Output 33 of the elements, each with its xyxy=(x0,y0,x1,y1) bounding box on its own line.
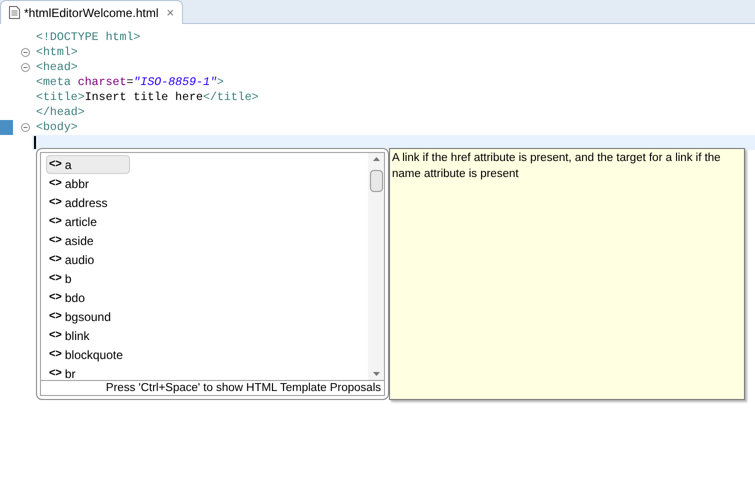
description-popup: A link if the href attribute is present, and the target for a link if the name attribute is present xyxy=(389,148,745,400)
text-cursor xyxy=(34,136,36,149)
proposal-item[interactable]: <> blink xyxy=(46,326,130,345)
status-text: Press 'Ctrl+Space' to show HTML Template Proposals xyxy=(40,380,385,396)
proposal-item[interactable]: <> audio xyxy=(46,250,130,269)
proposal-item[interactable]: <> br xyxy=(46,364,130,383)
code-line: <!DOCTYPE html> xyxy=(35,30,140,45)
proposal-item[interactable]: <> bdo xyxy=(46,288,130,307)
proposal-item[interactable]: <> article xyxy=(46,212,130,231)
code-line: <body> xyxy=(35,120,78,135)
fold-icon[interactable] xyxy=(21,48,30,57)
tab-title: *htmlEditorWelcome.html xyxy=(24,4,158,22)
proposal-item[interactable]: <> aside xyxy=(46,231,130,250)
file-icon xyxy=(9,6,20,19)
fold-icon[interactable] xyxy=(21,123,30,132)
code-line: <html> xyxy=(35,45,78,60)
scroll-thumb[interactable] xyxy=(370,170,382,192)
code-line: </head> xyxy=(35,105,85,120)
proposal-item[interactable]: <> address xyxy=(46,193,130,212)
editor-tab[interactable]: *htmlEditorWelcome.html × xyxy=(0,0,184,24)
fold-icon[interactable] xyxy=(21,63,30,72)
code-line: <title>Insert title here</title> xyxy=(35,90,259,105)
proposal-item[interactable]: <> b xyxy=(46,269,130,288)
scrollbar[interactable] xyxy=(368,153,384,380)
scroll-down-icon[interactable] xyxy=(372,372,380,376)
scroll-up-icon[interactable] xyxy=(372,157,380,161)
code-line: <meta charset="ISO-8859-1"> xyxy=(35,75,224,90)
proposal-item[interactable]: <> bgsound xyxy=(46,307,130,326)
code-line: <head> xyxy=(35,60,78,75)
proposal-item[interactable]: <> blockquote xyxy=(46,345,130,364)
proposal-item[interactable]: <> abbr xyxy=(46,174,130,193)
proposal-item[interactable]: <> a xyxy=(46,155,130,174)
close-icon[interactable]: × xyxy=(166,6,174,19)
